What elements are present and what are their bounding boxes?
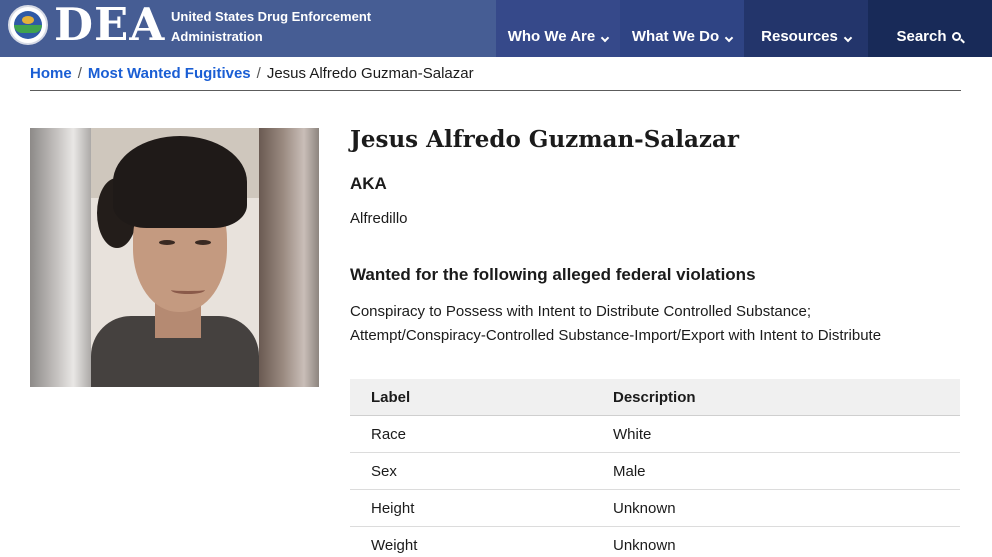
- nav-search[interactable]: Search: [868, 0, 992, 57]
- nav-resources-label: Resources: [761, 28, 838, 45]
- row-label: Sex: [371, 462, 397, 480]
- search-icon: [951, 32, 965, 44]
- agency-name-line2: Administration: [171, 29, 263, 44]
- nav-who-we-are-label: Who We Are: [507, 28, 596, 45]
- column-header-label: Label: [371, 388, 411, 406]
- agency-name: United States Drug Enforcement Administr…: [171, 7, 401, 47]
- nav-who-we-are[interactable]: Who We Are: [496, 0, 620, 57]
- row-description: Male: [613, 462, 646, 480]
- chevron-down-icon: [843, 33, 853, 43]
- aka-heading: AKA: [350, 174, 387, 193]
- chevron-down-icon: [724, 33, 734, 43]
- table-row: Weight Unknown: [350, 527, 960, 557]
- breadcrumb-section-link[interactable]: Most Wanted Fugitives: [88, 65, 251, 82]
- row-description: White: [613, 425, 652, 443]
- violations-heading: Wanted for the following alleged federal…: [350, 265, 756, 284]
- aka-value: Alfredillo: [350, 210, 408, 227]
- nav-what-we-do[interactable]: What We Do: [620, 0, 744, 57]
- row-label: Weight: [371, 536, 418, 554]
- row-label: Height: [371, 499, 415, 517]
- nav-search-label: Search: [896, 28, 947, 45]
- breadcrumb-divider: [30, 90, 961, 91]
- site-header: DEA United States Drug Enforcement Admin…: [0, 0, 992, 57]
- violation-line: Conspiracy to Possess with Intent to Dis…: [350, 303, 812, 320]
- row-label: Race: [371, 425, 407, 443]
- breadcrumb-separator: /: [77, 65, 82, 82]
- row-description: Unknown: [613, 536, 676, 554]
- breadcrumb: Home / Most Wanted Fugitives / Jesus Alf…: [30, 65, 474, 82]
- violations-text: Conspiracy to Possess with Intent to Dis…: [350, 300, 950, 348]
- nav-resources[interactable]: Resources: [744, 0, 868, 57]
- details-table: Label Description Race White Sex Male He…: [350, 379, 960, 557]
- table-row: Height Unknown: [350, 490, 960, 527]
- dea-logo-text: DEA: [54, 0, 166, 51]
- breadcrumb-separator: /: [256, 65, 261, 82]
- violation-line: Attempt/Conspiracy-Controlled Substance-…: [350, 327, 882, 344]
- row-description: Unknown: [613, 499, 676, 517]
- agency-name-line1: United States Drug Enforcement: [171, 9, 372, 24]
- page-title: Jesus Alfredo Guzman-Salazar: [350, 126, 739, 153]
- fugitive-photo: [30, 128, 319, 387]
- column-header-description: Description: [613, 388, 696, 406]
- nav-what-we-do-label: What We Do: [631, 28, 720, 45]
- breadcrumb-home-link[interactable]: Home: [30, 65, 72, 82]
- main-nav: Who We Are What We Do Resources Search: [496, 0, 992, 57]
- breadcrumb-current: Jesus Alfredo Guzman-Salazar: [266, 65, 474, 82]
- table-header-row: Label Description: [350, 379, 960, 416]
- dea-seal-icon: [8, 5, 48, 45]
- chevron-down-icon: [601, 33, 610, 43]
- table-row: Race White: [350, 416, 960, 453]
- brand[interactable]: DEA United States Drug Enforcement Admin…: [0, 0, 496, 57]
- table-row: Sex Male: [350, 453, 960, 490]
